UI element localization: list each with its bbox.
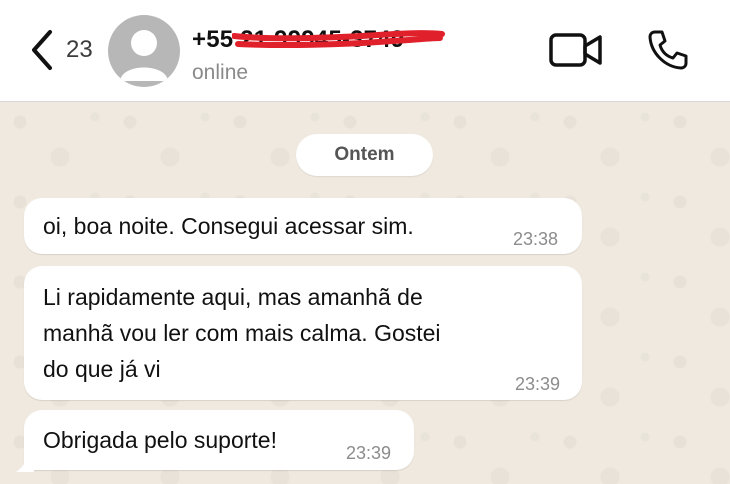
default-person-icon — [120, 30, 168, 81]
message-line: do que já vi — [43, 356, 161, 382]
voice-call-button[interactable] — [646, 28, 690, 72]
unread-count[interactable]: 23 — [66, 36, 93, 64]
contact-status: online — [192, 61, 249, 84]
message-line: manhã vou ler com mais calma. Gostei — [43, 320, 441, 346]
avatar[interactable] — [108, 15, 180, 87]
message-time: 23:38 — [513, 229, 559, 249]
bubble-tail — [16, 456, 34, 472]
message-text: Obrigada pelo suporte! — [43, 427, 277, 453]
message-text: oi, boa noite. Consegui acessar sim. — [43, 213, 414, 239]
phone-icon — [648, 30, 688, 70]
message-line: Li rapidamente aqui, mas amanhã de — [43, 284, 423, 310]
message-bubble[interactable]: Obrigada pelo suporte! 23:39 — [24, 410, 414, 470]
redaction-scribble — [232, 30, 445, 48]
date-separator: Ontem — [296, 134, 433, 176]
chat-header: 23 +55 21 99945-3749 online — [0, 0, 730, 102]
back-button[interactable] — [28, 28, 58, 72]
message-time: 23:39 — [515, 374, 561, 394]
video-camera-icon — [549, 33, 602, 67]
message-time: 23:39 — [346, 443, 392, 463]
chevron-left-icon — [32, 30, 52, 70]
message-bubble[interactable]: oi, boa noite. Consegui acessar sim. 23:… — [24, 198, 582, 254]
message-bubble[interactable]: Li rapidamente aqui, mas amanhã de manhã… — [24, 266, 582, 400]
message-text: Li rapidamente aqui, mas amanhã de manhã… — [43, 279, 441, 387]
video-call-button[interactable] — [548, 32, 604, 68]
